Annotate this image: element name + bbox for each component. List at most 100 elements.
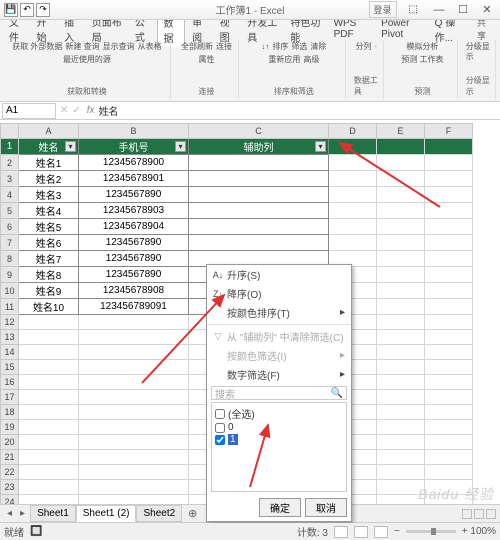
col-header[interactable]: B bbox=[79, 124, 189, 139]
row-header[interactable]: 11 bbox=[1, 299, 19, 315]
hscroll-left[interactable] bbox=[462, 509, 472, 519]
fx-icon[interactable]: fx bbox=[87, 105, 95, 116]
sheet-nav-next[interactable]: ▸ bbox=[17, 508, 28, 519]
cancel-formula-icon[interactable]: ✕ bbox=[60, 105, 68, 116]
ribbon-cmd[interactable]: 从表格 bbox=[138, 42, 162, 52]
redo-icon[interactable]: ↷ bbox=[36, 3, 50, 17]
ribbon-cmd[interactable]: 连接 bbox=[216, 42, 232, 52]
cell[interactable]: 123456789091 bbox=[79, 299, 189, 315]
add-sheet-button[interactable]: ⊕ bbox=[184, 507, 201, 520]
spreadsheet-grid[interactable]: ABCDEF1姓名▾手机号▾辅助列▾2姓名1123456789003姓名2123… bbox=[0, 123, 500, 523]
ribbon-options-icon[interactable]: ⬚ bbox=[409, 4, 418, 15]
row-header[interactable]: 4 bbox=[1, 187, 19, 203]
sort-color-item[interactable]: 按颜色排序(T)▸ bbox=[207, 303, 351, 322]
row-header[interactable]: 17 bbox=[1, 390, 19, 405]
col-header[interactable]: A bbox=[19, 124, 79, 139]
ribbon-cmd[interactable]: 筛选 bbox=[291, 42, 307, 52]
cell[interactable]: 1234567890 bbox=[79, 267, 189, 283]
row-header[interactable]: 22 bbox=[1, 465, 19, 480]
row-header[interactable]: 21 bbox=[1, 450, 19, 465]
ribbon-cmd[interactable]: 显示查询 bbox=[103, 42, 135, 52]
row-header[interactable]: 10 bbox=[1, 283, 19, 299]
ribbon-cmd[interactable]: · bbox=[375, 42, 378, 52]
cell[interactable]: 姓名5 bbox=[19, 219, 79, 235]
ribbon-cmd[interactable]: 新建 查询 bbox=[65, 42, 99, 52]
zoom-out-icon[interactable]: − bbox=[394, 526, 400, 537]
ribbon-cmd[interactable]: 高级 bbox=[303, 55, 319, 65]
view-normal-icon[interactable] bbox=[334, 526, 348, 538]
ribbon-cmd[interactable]: 排序 bbox=[272, 42, 288, 52]
cell[interactable] bbox=[189, 155, 329, 171]
ribbon-cmd[interactable]: 全部刷新 bbox=[181, 42, 213, 52]
ribbon-cmd[interactable]: 获取 外部数据 bbox=[12, 42, 62, 52]
ribbon-cmd[interactable]: 分列 bbox=[356, 42, 372, 52]
row-header[interactable]: 16 bbox=[1, 375, 19, 390]
row-header[interactable]: 23 bbox=[1, 480, 19, 495]
row-header[interactable]: 18 bbox=[1, 405, 19, 420]
filter-dropdown-icon[interactable]: ▾ bbox=[315, 141, 326, 152]
filter-cancel-button[interactable]: 取消 bbox=[305, 498, 347, 517]
ribbon-cmd[interactable]: 属性 bbox=[198, 55, 214, 65]
row-header[interactable]: 5 bbox=[1, 203, 19, 219]
row-header[interactable]: 1 bbox=[1, 139, 19, 155]
cell[interactable] bbox=[189, 171, 329, 187]
cell[interactable]: 姓名7 bbox=[19, 251, 79, 267]
row-header[interactable]: 13 bbox=[1, 330, 19, 345]
cell[interactable]: 12345678900 bbox=[79, 155, 189, 171]
col-header[interactable]: F bbox=[425, 124, 473, 139]
row-header[interactable]: 9 bbox=[1, 267, 19, 283]
cell[interactable]: 姓名6 bbox=[19, 235, 79, 251]
sheet-tab[interactable]: Sheet1 bbox=[30, 505, 76, 522]
cell[interactable]: 1234567890 bbox=[79, 187, 189, 203]
filter-dropdown-icon[interactable]: ▾ bbox=[65, 141, 76, 152]
ribbon-cmd[interactable]: 分级显示 bbox=[466, 42, 491, 62]
ribbon-cmd[interactable]: 模拟分析 bbox=[406, 42, 438, 52]
save-icon[interactable]: 💾 bbox=[4, 3, 18, 17]
row-header[interactable]: 19 bbox=[1, 420, 19, 435]
table-header-cell[interactable]: 手机号▾ bbox=[79, 139, 189, 155]
cell[interactable]: 姓名4 bbox=[19, 203, 79, 219]
row-header[interactable]: 2 bbox=[1, 155, 19, 171]
zoom-slider[interactable] bbox=[406, 530, 456, 533]
ribbon-cmd[interactable]: 预测 工作表 bbox=[401, 55, 443, 65]
hscroll-right[interactable] bbox=[486, 509, 496, 519]
filter-ok-button[interactable]: 确定 bbox=[259, 498, 301, 517]
hscroll-thumb[interactable] bbox=[474, 509, 484, 519]
col-header[interactable] bbox=[1, 124, 19, 139]
sheet-tab[interactable]: Sheet1 (2) bbox=[76, 505, 137, 522]
sheet-nav-prev[interactable]: ◂ bbox=[4, 508, 15, 519]
cell[interactable] bbox=[189, 187, 329, 203]
row-header[interactable]: 15 bbox=[1, 360, 19, 375]
cell[interactable]: 姓名2 bbox=[19, 171, 79, 187]
zoom-label[interactable]: + 100% bbox=[462, 526, 496, 537]
accept-formula-icon[interactable]: ✓ bbox=[72, 105, 80, 116]
filter-search-input[interactable]: 搜索🔍 bbox=[211, 386, 347, 400]
filter-opt-all[interactable]: (全选) bbox=[215, 406, 343, 421]
col-header[interactable]: E bbox=[377, 124, 425, 139]
minimize-icon[interactable]: — bbox=[430, 3, 448, 17]
cell[interactable]: 12345678904 bbox=[79, 219, 189, 235]
cell[interactable]: 1234567890 bbox=[79, 251, 189, 267]
filter-opt-0[interactable]: 0 bbox=[215, 422, 343, 433]
table-header-cell[interactable]: 辅助列▾ bbox=[189, 139, 329, 155]
cell[interactable]: 12345678908 bbox=[79, 283, 189, 299]
table-header-cell[interactable]: 姓名▾ bbox=[19, 139, 79, 155]
name-box[interactable]: A1 bbox=[2, 103, 56, 119]
cell[interactable]: 姓名1 bbox=[19, 155, 79, 171]
row-header[interactable]: 7 bbox=[1, 235, 19, 251]
cell[interactable]: 姓名10 bbox=[19, 299, 79, 315]
cell[interactable]: 姓名3 bbox=[19, 187, 79, 203]
formula-input[interactable]: 姓名 bbox=[99, 103, 119, 118]
undo-icon[interactable]: ↶ bbox=[20, 3, 34, 17]
maximize-icon[interactable]: ☐ bbox=[454, 3, 472, 17]
row-header[interactable]: 3 bbox=[1, 171, 19, 187]
cell[interactable]: 姓名8 bbox=[19, 267, 79, 283]
sort-desc-item[interactable]: Z↓降序(O) bbox=[207, 284, 351, 303]
row-header[interactable]: 6 bbox=[1, 219, 19, 235]
cell[interactable] bbox=[189, 203, 329, 219]
ribbon-cmd[interactable]: 清除 bbox=[310, 42, 326, 52]
login-button[interactable]: 登录 bbox=[369, 1, 397, 18]
col-header[interactable]: D bbox=[329, 124, 377, 139]
col-header[interactable]: C bbox=[189, 124, 329, 139]
row-header[interactable]: 14 bbox=[1, 345, 19, 360]
